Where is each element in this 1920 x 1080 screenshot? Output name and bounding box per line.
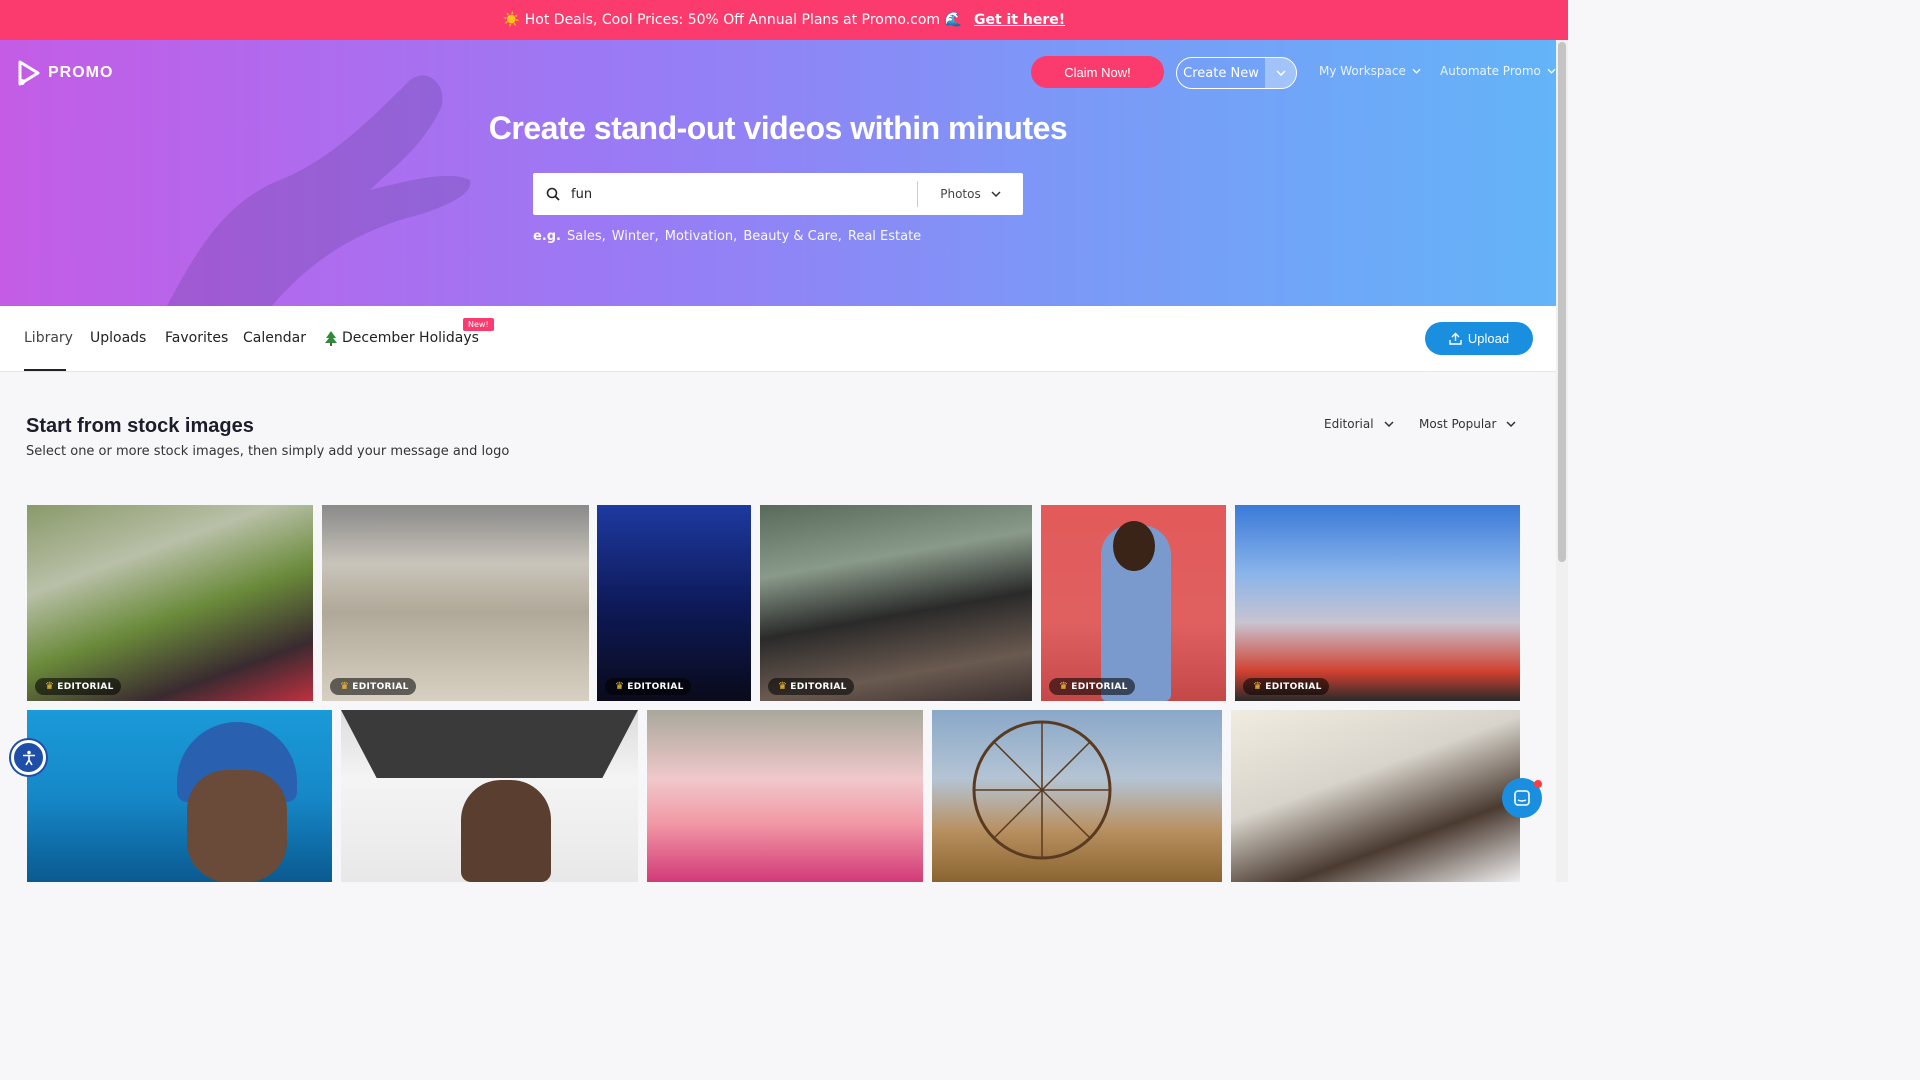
accessibility-icon [22, 750, 35, 765]
promo-text: ☀️ Hot Deals, Cool Prices: 50% Off Annua… [502, 12, 962, 28]
chevron-down-icon [1384, 421, 1394, 427]
sort-filter-label: Most Popular [1419, 417, 1497, 431]
upload-button[interactable]: Upload [1425, 322, 1533, 355]
badge-label: EDITORIAL [790, 681, 847, 692]
my-workspace-menu[interactable]: My Workspace [1319, 64, 1421, 78]
logo-text: PROMO [48, 64, 114, 81]
person-shape [461, 780, 551, 882]
promo-cta-link[interactable]: Get it here! [974, 12, 1065, 28]
crown-icon: ♛ [45, 681, 55, 692]
stock-image-tile[interactable] [1231, 710, 1520, 882]
crown-icon: ♛ [1059, 681, 1069, 692]
search-icon[interactable] [533, 187, 569, 201]
section-subtitle: Select one or more stock images, then si… [26, 444, 510, 459]
tree-icon [325, 331, 337, 346]
search-bar: Photos [533, 173, 1023, 215]
stock-image-tile[interactable] [932, 710, 1222, 882]
promo-logo[interactable]: PROMO [18, 60, 113, 86]
ferris-wheel-icon [972, 720, 1112, 860]
automate-promo-menu[interactable]: Automate Promo [1440, 64, 1556, 78]
example-link[interactable]: Winter, [612, 229, 659, 244]
editorial-badge: ♛ EDITORIAL [35, 678, 121, 695]
editorial-filter-label: Editorial [1324, 417, 1374, 431]
editorial-badge: ♛ EDITORIAL [1243, 678, 1329, 695]
search-type-label: Photos [940, 187, 981, 201]
crown-icon: ♛ [1253, 681, 1263, 692]
tab-uploads[interactable]: Uploads [90, 330, 146, 346]
chevron-down-icon [1506, 421, 1516, 427]
sort-filter[interactable]: Most Popular [1419, 417, 1516, 431]
chevron-down-icon [1412, 68, 1421, 74]
scrollbar-thumb[interactable] [1558, 42, 1566, 562]
stock-image-tile[interactable]: ♛ EDITORIAL [27, 505, 313, 701]
badge-label: EDITORIAL [352, 681, 409, 692]
tab-library-label: Library [24, 330, 73, 346]
head-shape [1113, 521, 1155, 571]
boat-roof-shape [341, 710, 638, 778]
section-title: Start from stock images [26, 415, 254, 437]
example-link[interactable]: Beauty & Care, [743, 229, 842, 244]
chat-launcher-button[interactable] [1502, 778, 1542, 818]
search-type-select[interactable]: Photos [918, 187, 1023, 201]
example-link[interactable]: Motivation, [665, 229, 738, 244]
badge-label: EDITORIAL [627, 681, 684, 692]
chevron-down-icon [1547, 68, 1556, 74]
crown-icon: ♛ [340, 681, 350, 692]
stock-image-tile[interactable]: ♛ EDITORIAL [1041, 505, 1226, 701]
badge-label: EDITORIAL [1265, 681, 1322, 692]
new-badge: New! [463, 318, 494, 331]
search-input[interactable] [571, 179, 911, 209]
create-new-button[interactable]: Create New [1176, 57, 1297, 89]
badge-label: EDITORIAL [57, 681, 114, 692]
examples-label: e.g. [533, 229, 561, 244]
claim-now-button[interactable]: Claim Now! [1031, 56, 1164, 88]
page-scrollbar[interactable] [1556, 40, 1568, 882]
example-link[interactable]: Sales, [567, 229, 606, 244]
tab-december-holidays-label: December Holidays [342, 330, 479, 346]
tab-favorites[interactable]: Favorites [165, 330, 228, 346]
stock-image-tile[interactable] [27, 710, 332, 882]
library-tab-bar: Library Uploads Favorites Calendar Decem… [0, 306, 1556, 372]
hero-title: Create stand-out videos within minutes [488, 110, 1068, 146]
example-link[interactable]: Real Estate [848, 229, 921, 244]
tab-library[interactable]: Library [24, 330, 73, 346]
tab-uploads-label: Uploads [90, 330, 147, 346]
chat-icon [1514, 790, 1530, 806]
stock-image-tile[interactable]: ♛ EDITORIAL [322, 505, 589, 701]
upload-label: Upload [1467, 331, 1510, 346]
stock-image-tile[interactable] [647, 710, 923, 882]
tab-favorites-label: Favorites [165, 330, 229, 346]
stock-image-tile[interactable]: ♛ EDITORIAL [1235, 505, 1520, 701]
hero-section: PROMO Claim Now! Create New My Workspace… [0, 40, 1556, 306]
stock-image-tile[interactable] [341, 710, 638, 882]
active-tab-indicator [24, 369, 66, 371]
editorial-badge: ♛ EDITORIAL [605, 678, 691, 695]
editorial-badge: ♛ EDITORIAL [1049, 678, 1135, 695]
chevron-down-icon [991, 191, 1001, 197]
crown-icon: ♛ [778, 681, 788, 692]
search-examples: e.g. Sales, Winter, Motivation, Beauty &… [533, 229, 921, 244]
tab-calendar-label: Calendar [243, 330, 306, 346]
automate-promo-label: Automate Promo [1440, 64, 1541, 78]
create-new-label: Create New [1183, 65, 1259, 81]
upload-icon [1449, 332, 1462, 345]
editorial-badge: ♛ EDITORIAL [768, 678, 854, 695]
editorial-filter[interactable]: Editorial [1324, 417, 1394, 431]
tab-calendar[interactable]: Calendar [243, 330, 306, 346]
face-shape [187, 770, 287, 882]
badge-label: EDITORIAL [1071, 681, 1128, 692]
chevron-down-icon[interactable] [1265, 58, 1296, 88]
my-workspace-label: My Workspace [1319, 64, 1406, 78]
tab-december-holidays[interactable]: December Holidays [324, 330, 479, 346]
accessibility-button[interactable] [11, 740, 46, 775]
stock-image-tile[interactable]: ♛ EDITORIAL [760, 505, 1032, 701]
promo-banner: ☀️ Hot Deals, Cool Prices: 50% Off Annua… [0, 0, 1568, 40]
crown-icon: ♛ [615, 681, 625, 692]
editorial-badge: ♛ EDITORIAL [330, 678, 416, 695]
hand-decoration-icon [167, 75, 471, 306]
logo-mark-icon [18, 60, 40, 86]
stock-image-tile[interactable]: ♛ EDITORIAL [597, 505, 751, 701]
notification-dot [1534, 780, 1542, 788]
